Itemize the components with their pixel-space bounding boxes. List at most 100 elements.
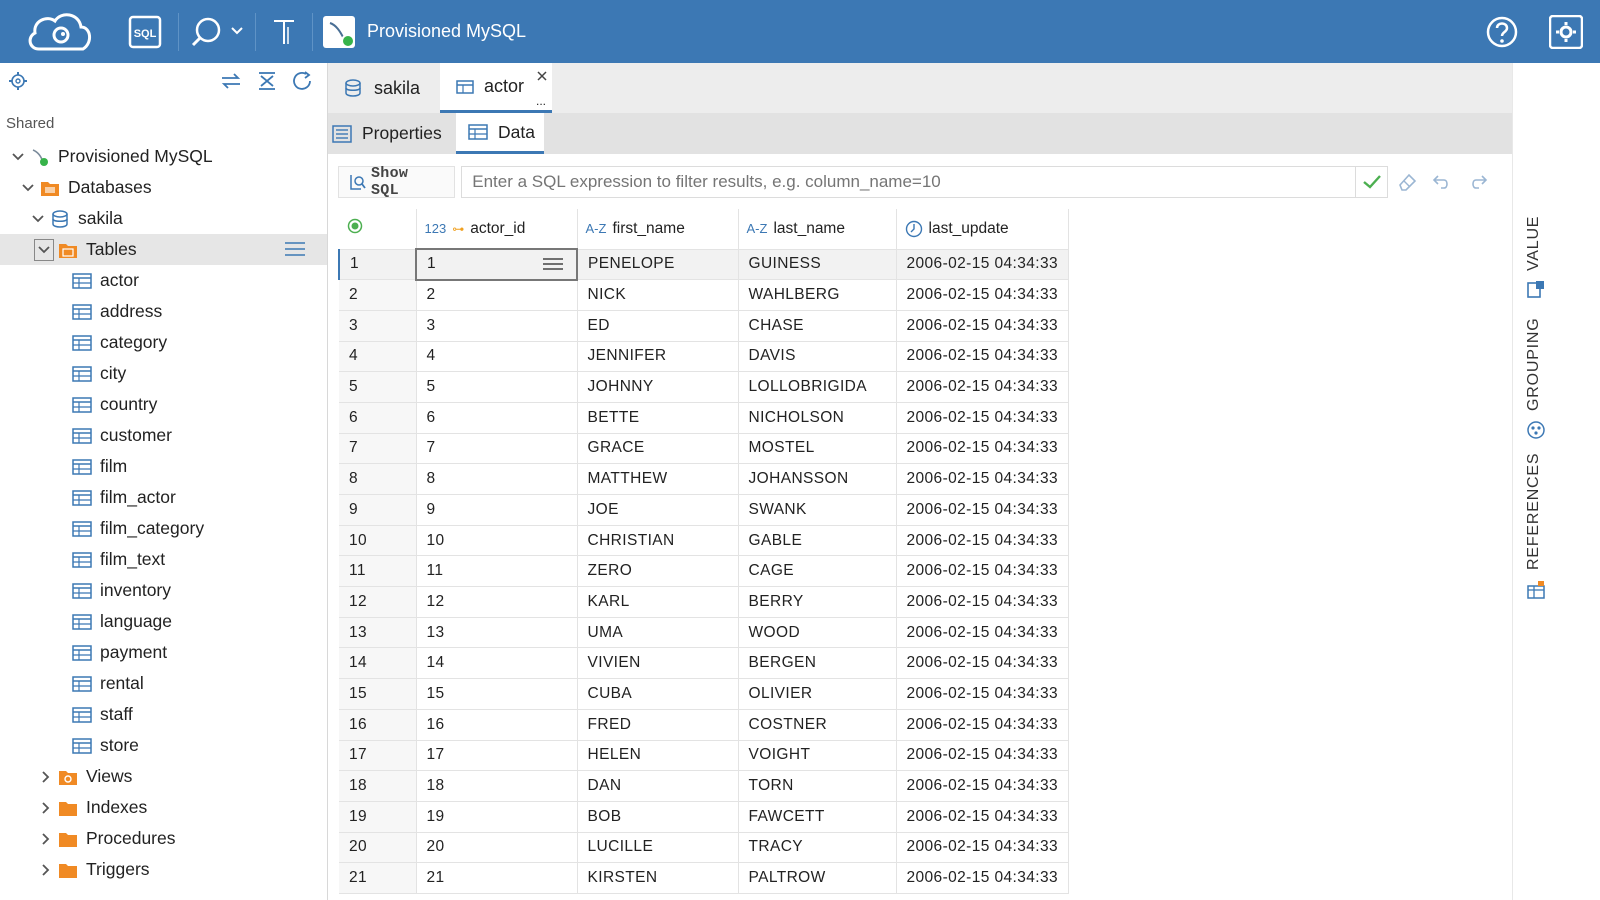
table-cell[interactable]: 2006-02-15 04:34:33 <box>896 310 1070 342</box>
chevron-down-icon[interactable] <box>34 238 54 261</box>
help-icon[interactable] <box>1472 0 1532 63</box>
table-cell[interactable]: 3 <box>416 310 578 342</box>
table-cell[interactable]: 2006-02-15 04:34:33 <box>896 770 1070 802</box>
table-cell[interactable]: 13 <box>416 617 578 649</box>
column-header-actor-id[interactable]: 123 ⊶ actor_id <box>416 209 578 250</box>
row-number-cell[interactable]: 13 <box>339 617 417 649</box>
table-cell[interactable]: 2006-02-15 04:34:33 <box>896 433 1070 465</box>
tree-table-item[interactable]: category <box>0 327 327 358</box>
table-cell[interactable]: 2006-02-15 04:34:33 <box>896 586 1070 618</box>
table-row[interactable]: 7 7 GRACE MOSTEL 2006-02-15 04:34:33 <box>339 433 1070 465</box>
cell-menu-icon[interactable] <box>542 257 564 271</box>
table-cell[interactable]: NICK <box>577 279 739 311</box>
table-cell[interactable]: 2006-02-15 04:34:33 <box>896 341 1070 373</box>
row-number-cell[interactable]: 10 <box>339 525 417 557</box>
table-row[interactable]: 8 8 MATTHEW JOHANSSON 2006-02-15 04:34:33 <box>339 463 1070 495</box>
table-cell[interactable]: FAWCETT <box>738 801 897 833</box>
table-cell[interactable]: BERGEN <box>738 647 897 680</box>
table-row[interactable]: 12 12 KARL BERRY 2006-02-15 04:34:33 <box>339 586 1070 618</box>
tree-table-item[interactable]: city <box>0 358 327 389</box>
tab-sakila[interactable]: sakila <box>328 63 440 113</box>
tree-table-item[interactable]: customer <box>0 420 327 451</box>
table-cell[interactable]: 2006-02-15 04:34:33 <box>896 709 1070 741</box>
collapse-all-icon[interactable] <box>256 71 278 96</box>
chevron-right-icon[interactable] <box>38 800 54 816</box>
table-cell[interactable]: BETTE <box>577 402 739 434</box>
table-cell[interactable]: OLIVIER <box>738 678 897 710</box>
column-header-last-update[interactable]: last_update <box>896 209 1070 250</box>
table-cell[interactable]: LUCILLE <box>577 832 739 864</box>
table-cell[interactable]: HELEN <box>577 740 739 772</box>
eraser-icon[interactable] <box>1396 172 1418 192</box>
column-header-first-name[interactable]: A-Z first_name <box>577 209 739 250</box>
table-row[interactable]: 17 17 HELEN VOIGHT 2006-02-15 04:34:33 <box>339 740 1070 772</box>
table-cell[interactable]: GRACE <box>577 433 739 465</box>
table-row[interactable]: 13 13 UMA WOOD 2006-02-15 04:34:33 <box>339 617 1070 649</box>
table-cell[interactable]: 6 <box>416 402 578 434</box>
table-cell[interactable]: VOIGHT <box>738 740 897 772</box>
tab-data[interactable]: Data <box>456 113 544 154</box>
row-number-cell[interactable]: 1 <box>338 249 417 281</box>
table-cell[interactable]: 11 <box>416 555 578 588</box>
table-cell[interactable]: 20 <box>416 832 578 864</box>
table-cell[interactable]: PALTROW <box>738 862 897 894</box>
table-cell[interactable]: CAGE <box>738 555 897 588</box>
table-cell[interactable]: CHRISTIAN <box>577 525 739 557</box>
table-cell[interactable]: 2006-02-15 04:34:33 <box>896 647 1070 680</box>
table-cell[interactable]: 4 <box>416 341 578 373</box>
gear-icon[interactable] <box>8 71 28 96</box>
table-cell[interactable]: SWANK <box>738 494 897 526</box>
table-row[interactable]: 19 19 BOB FAWCETT 2006-02-15 04:34:33 <box>339 801 1070 833</box>
table-cell[interactable]: WAHLBERG <box>738 279 897 311</box>
table-cell[interactable]: PENELOPE <box>577 249 739 281</box>
tree-table-item[interactable]: film_category <box>0 513 327 544</box>
table-cell[interactable]: KARL <box>577 586 739 618</box>
row-number-cell[interactable]: 2 <box>339 279 417 311</box>
table-cell[interactable]: BERRY <box>738 586 897 618</box>
table-cell[interactable]: 18 <box>416 770 578 802</box>
table-cell[interactable]: 14 <box>416 647 578 680</box>
tree-connection[interactable]: Provisioned MySQL <box>0 141 327 172</box>
table-row[interactable]: 16 16 FRED COSTNER 2006-02-15 04:34:33 <box>339 709 1070 741</box>
table-cell[interactable]: 2006-02-15 04:34:33 <box>896 617 1070 649</box>
row-number-cell[interactable]: 18 <box>339 770 417 802</box>
tree-table-item[interactable]: inventory <box>0 575 327 606</box>
table-cell[interactable]: 2006-02-15 04:34:33 <box>896 832 1070 864</box>
row-number-cell[interactable]: 21 <box>339 862 417 894</box>
tree-table-item[interactable]: address <box>0 296 327 327</box>
table-cell[interactable]: TORN <box>738 770 897 802</box>
table-cell[interactable]: 2006-02-15 04:34:33 <box>896 279 1070 311</box>
row-number-cell[interactable]: 8 <box>339 463 417 495</box>
row-number-cell[interactable]: 5 <box>339 371 417 403</box>
tree-table-item[interactable]: payment <box>0 637 327 668</box>
row-number-cell[interactable]: 3 <box>339 310 417 342</box>
table-cell[interactable]: JOE <box>577 494 739 526</box>
tree-table-item[interactable]: store <box>0 730 327 761</box>
table-cell[interactable]: ED <box>577 310 739 342</box>
table-row[interactable]: 21 21 KIRSTEN PALTROW 2006-02-15 04:34:33 <box>339 862 1070 894</box>
tree-table-item[interactable]: rental <box>0 668 327 699</box>
sql-editor-icon[interactable]: SQL <box>120 0 170 63</box>
table-cell[interactable]: 2006-02-15 04:34:33 <box>896 525 1070 557</box>
table-cell[interactable]: 17 <box>416 740 578 772</box>
menu-icon[interactable] <box>284 241 306 262</box>
row-number-cell[interactable]: 6 <box>339 402 417 434</box>
table-cell[interactable]: DAN <box>577 770 739 802</box>
tab-actor[interactable]: actor ... <box>440 63 552 113</box>
cloudbeaver-logo-icon[interactable] <box>0 0 120 63</box>
table-cell[interactable]: GABLE <box>738 525 897 557</box>
table-row[interactable]: 3 3 ED CHASE 2006-02-15 04:34:33 <box>339 310 1070 342</box>
row-number-cell[interactable]: 11 <box>339 555 417 588</box>
tree-folder-views[interactable]: Views <box>0 761 327 792</box>
table-cell[interactable]: 2006-02-15 04:34:33 <box>896 862 1070 894</box>
table-cell[interactable]: 2006-02-15 04:34:33 <box>896 463 1070 495</box>
tree-schema[interactable]: sakila <box>0 203 327 234</box>
table-cell[interactable]: 21 <box>416 862 578 894</box>
table-cell[interactable]: MATTHEW <box>577 463 739 495</box>
chevron-down-icon[interactable] <box>10 149 26 165</box>
filter-input[interactable] <box>461 166 1357 198</box>
table-cell[interactable]: 2 <box>416 279 578 311</box>
close-icon[interactable] <box>536 66 548 87</box>
table-cell[interactable]: 2006-02-15 04:34:33 <box>896 402 1070 434</box>
tree-table-item[interactable]: language <box>0 606 327 637</box>
